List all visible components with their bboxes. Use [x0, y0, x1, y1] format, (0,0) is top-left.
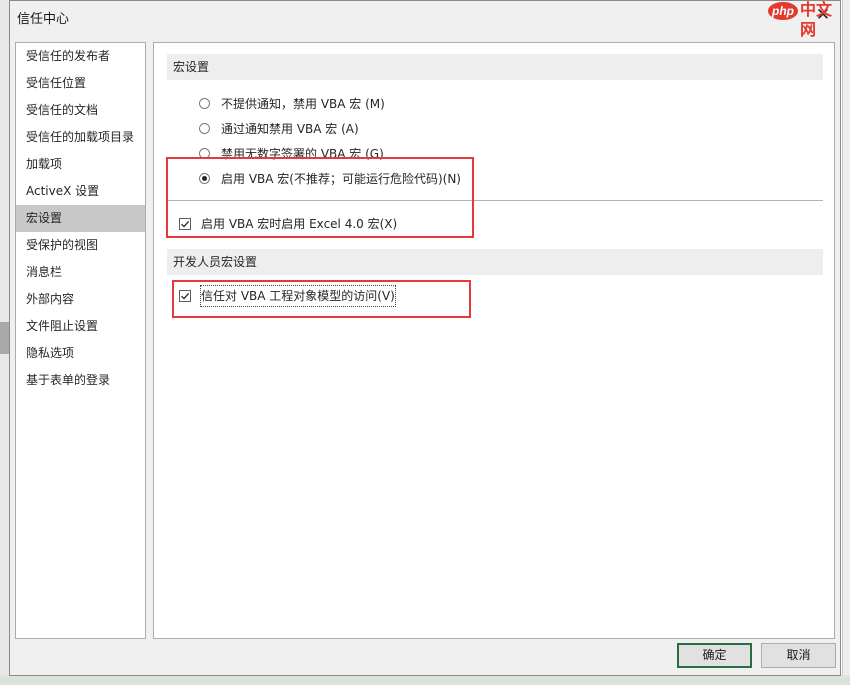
background-window-edge-right: [842, 0, 850, 685]
radio-label: 不提供通知，禁用 VBA 宏 (M): [221, 97, 385, 111]
dialog-title: 信任中心: [17, 12, 70, 27]
sidebar-item-trusted-documents[interactable]: 受信任的文档: [16, 97, 145, 124]
developer-macro-settings-header: 开发人员宏设置: [167, 249, 823, 275]
watermark-logo: php 中文网: [768, 0, 842, 39]
annotation-highlight-box: [172, 280, 471, 318]
sidebar-item-external-content[interactable]: 外部内容: [16, 286, 145, 313]
sidebar-item-addins[interactable]: 加载项: [16, 151, 145, 178]
radio-button[interactable]: [199, 123, 210, 134]
background-window-statusbar: [0, 678, 850, 685]
sidebar-item-trusted-publishers[interactable]: 受信任的发布者: [16, 43, 145, 70]
background-window-mark: [0, 322, 9, 354]
sidebar-item-form-login[interactable]: 基于表单的登录: [16, 367, 145, 394]
radio-label: 通过通知禁用 VBA 宏 (A): [221, 122, 359, 136]
annotation-highlight-box: [166, 157, 474, 238]
sidebar-item-trusted-locations[interactable]: 受信任位置: [16, 70, 145, 97]
sidebar-item-protected-view[interactable]: 受保护的视图: [16, 232, 145, 259]
macro-settings-header: 宏设置: [167, 54, 823, 80]
sidebar-item-macro-settings[interactable]: 宏设置: [16, 205, 145, 232]
sidebar-item-privacy[interactable]: 隐私选项: [16, 340, 145, 367]
cancel-button[interactable]: 取消: [761, 643, 836, 668]
sidebar-item-activex[interactable]: ActiveX 设置: [16, 178, 145, 205]
sidebar-item-trusted-addin-catalogs[interactable]: 受信任的加载项目录: [16, 124, 145, 151]
sidebar-item-message-bar[interactable]: 消息栏: [16, 259, 145, 286]
sidebar-item-file-block[interactable]: 文件阻止设置: [16, 313, 145, 340]
php-logo: php: [768, 2, 798, 20]
sidebar-nav: 受信任的发布者 受信任位置 受信任的文档 受信任的加载项目录 加载项 Activ…: [15, 42, 146, 639]
settings-panel: 宏设置 不提供通知，禁用 VBA 宏 (M) 通过通知禁用 VBA 宏 (A) …: [153, 42, 835, 639]
watermark-text: 中文网: [800, 2, 833, 39]
radio-button[interactable]: [199, 98, 210, 109]
ok-button[interactable]: 确定: [677, 643, 752, 668]
trust-center-dialog: 信任中心 ✕ 受信任的发布者 受信任位置 受信任的文档 受信任的加载项目录 加载…: [9, 0, 841, 676]
